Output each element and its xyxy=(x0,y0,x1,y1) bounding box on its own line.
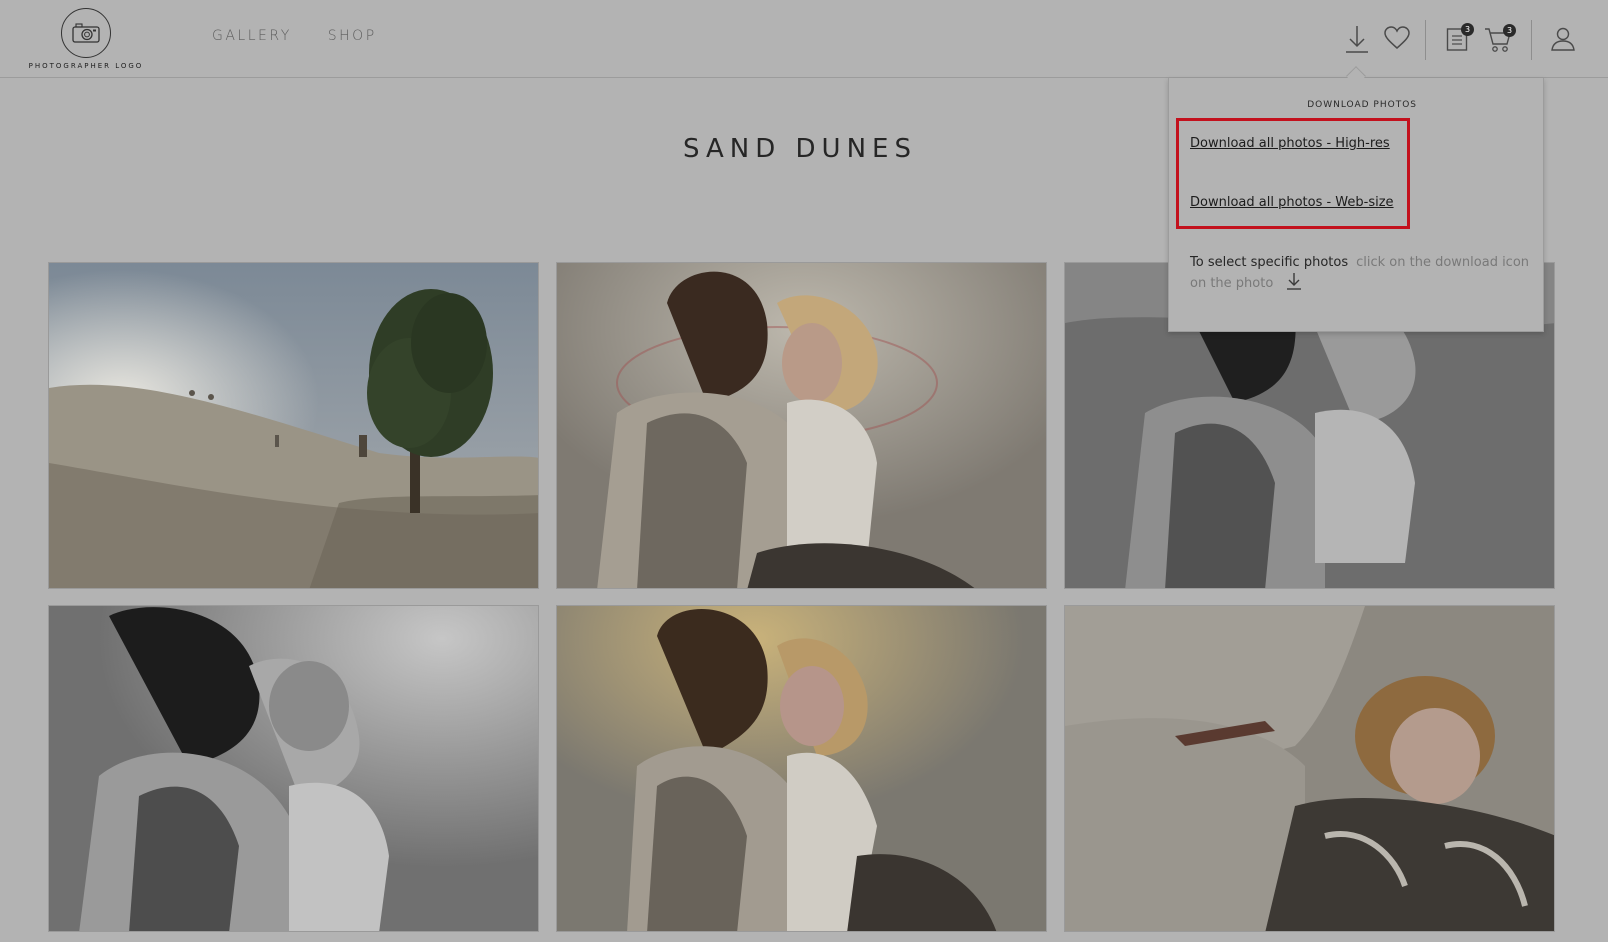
download-help-text: To select specific photos click on the do… xyxy=(1190,253,1530,296)
main-nav: GALLERY SHOP xyxy=(212,28,377,44)
header-divider xyxy=(1425,20,1426,60)
download-high-res-link[interactable]: Download all photos - High-res xyxy=(1190,136,1390,151)
nav-gallery[interactable]: GALLERY xyxy=(212,28,292,44)
order-badge: 3 xyxy=(1461,23,1474,36)
camera-icon xyxy=(61,8,111,58)
clipboard-icon[interactable]: 3 xyxy=(1446,23,1474,56)
gallery-photo[interactable] xyxy=(48,605,539,932)
download-dropdown: DOWNLOAD PHOTOS Download all photos - Hi… xyxy=(1168,78,1544,332)
logo-text: PHOTOGRAPHER LOGO xyxy=(28,62,144,70)
heart-icon[interactable] xyxy=(1384,26,1410,54)
highlight-box xyxy=(1176,118,1410,229)
download-web-size-link[interactable]: Download all photos - Web-size xyxy=(1190,195,1394,210)
cart-icon[interactable]: 3 xyxy=(1484,24,1516,57)
cart-badge: 3 xyxy=(1503,24,1516,37)
gallery-photo[interactable] xyxy=(556,605,1047,932)
nav-shop[interactable]: SHOP xyxy=(328,28,377,44)
user-icon[interactable] xyxy=(1550,27,1576,55)
download-icon[interactable] xyxy=(1345,24,1369,58)
gallery-photo[interactable] xyxy=(48,262,539,589)
photographer-logo[interactable]: PHOTOGRAPHER LOGO xyxy=(28,8,144,70)
download-inline-icon xyxy=(1285,272,1303,296)
gallery-photo[interactable] xyxy=(1064,605,1555,932)
help-strong: To select specific photos xyxy=(1190,255,1349,270)
gallery-photo[interactable] xyxy=(556,262,1047,589)
site-header: PHOTOGRAPHER LOGO GALLERY SHOP 3 3 xyxy=(0,0,1608,78)
download-menu-heading: DOWNLOAD PHOTOS xyxy=(1307,100,1417,110)
header-divider xyxy=(1531,20,1532,60)
